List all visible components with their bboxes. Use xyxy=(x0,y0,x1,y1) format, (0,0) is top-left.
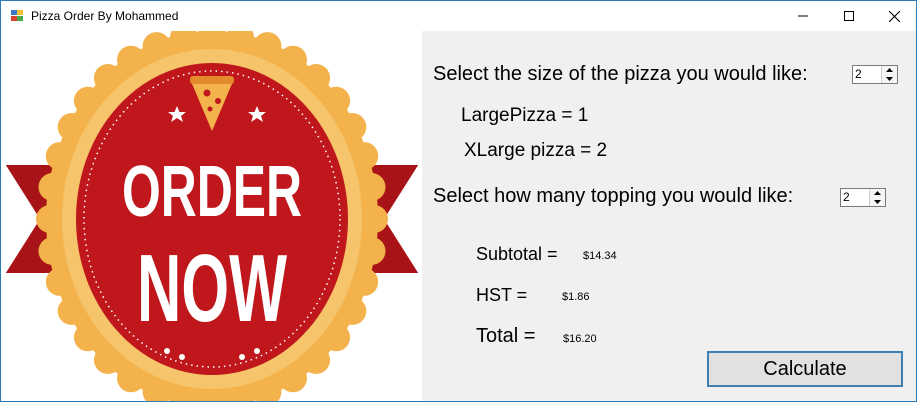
spin-up-icon[interactable] xyxy=(882,66,897,74)
subtotal-label: Subtotal = xyxy=(476,244,558,264)
minimize-icon xyxy=(798,15,808,17)
maximize-button[interactable] xyxy=(826,1,872,31)
app-window: Pizza Order By Mohammed ORDER NOW Select… xyxy=(0,0,917,402)
app-icon xyxy=(10,9,24,22)
xlarge-pizza-option: XLarge pizza = 2 xyxy=(464,140,608,161)
minimize-button[interactable] xyxy=(780,1,826,31)
spin-down-icon[interactable] xyxy=(870,198,885,206)
size-spinner[interactable]: 2 xyxy=(852,65,898,84)
now-text: NOW xyxy=(137,235,287,342)
spin-up-icon[interactable] xyxy=(870,189,885,197)
hst-value: $1.86 xyxy=(562,291,590,303)
topping-spinner[interactable]: 2 xyxy=(840,188,886,207)
order-now-image: ORDER NOW xyxy=(2,21,422,401)
close-icon xyxy=(888,10,900,22)
size-spinner-value[interactable]: 2 xyxy=(855,67,862,81)
hst-label: HST = xyxy=(476,285,528,305)
topping-spinner-value[interactable]: 2 xyxy=(843,190,850,204)
large-pizza-option: LargePizza = 1 xyxy=(461,105,589,126)
spin-down-icon[interactable] xyxy=(882,75,897,83)
subtotal-value: $14.34 xyxy=(583,250,617,262)
size-prompt-label: Select the size of the pizza you would l… xyxy=(433,63,808,85)
maximize-icon xyxy=(844,11,854,21)
topping-prompt-label: Select how many topping you would like: xyxy=(433,185,794,207)
total-value: $16.20 xyxy=(563,333,597,345)
order-text: ORDER xyxy=(122,152,302,232)
calculate-button[interactable]: Calculate xyxy=(707,351,903,387)
total-label: Total = xyxy=(476,325,536,347)
client-area: ORDER NOW Select the size of the pizza y… xyxy=(1,21,916,401)
title-bar[interactable]: Pizza Order By Mohammed xyxy=(1,1,916,31)
order-form-panel: Select the size of the pizza you would l… xyxy=(422,31,916,401)
window-title: Pizza Order By Mohammed xyxy=(31,9,179,23)
close-button[interactable] xyxy=(871,1,916,31)
order-now-badge: ORDER NOW xyxy=(2,21,422,401)
